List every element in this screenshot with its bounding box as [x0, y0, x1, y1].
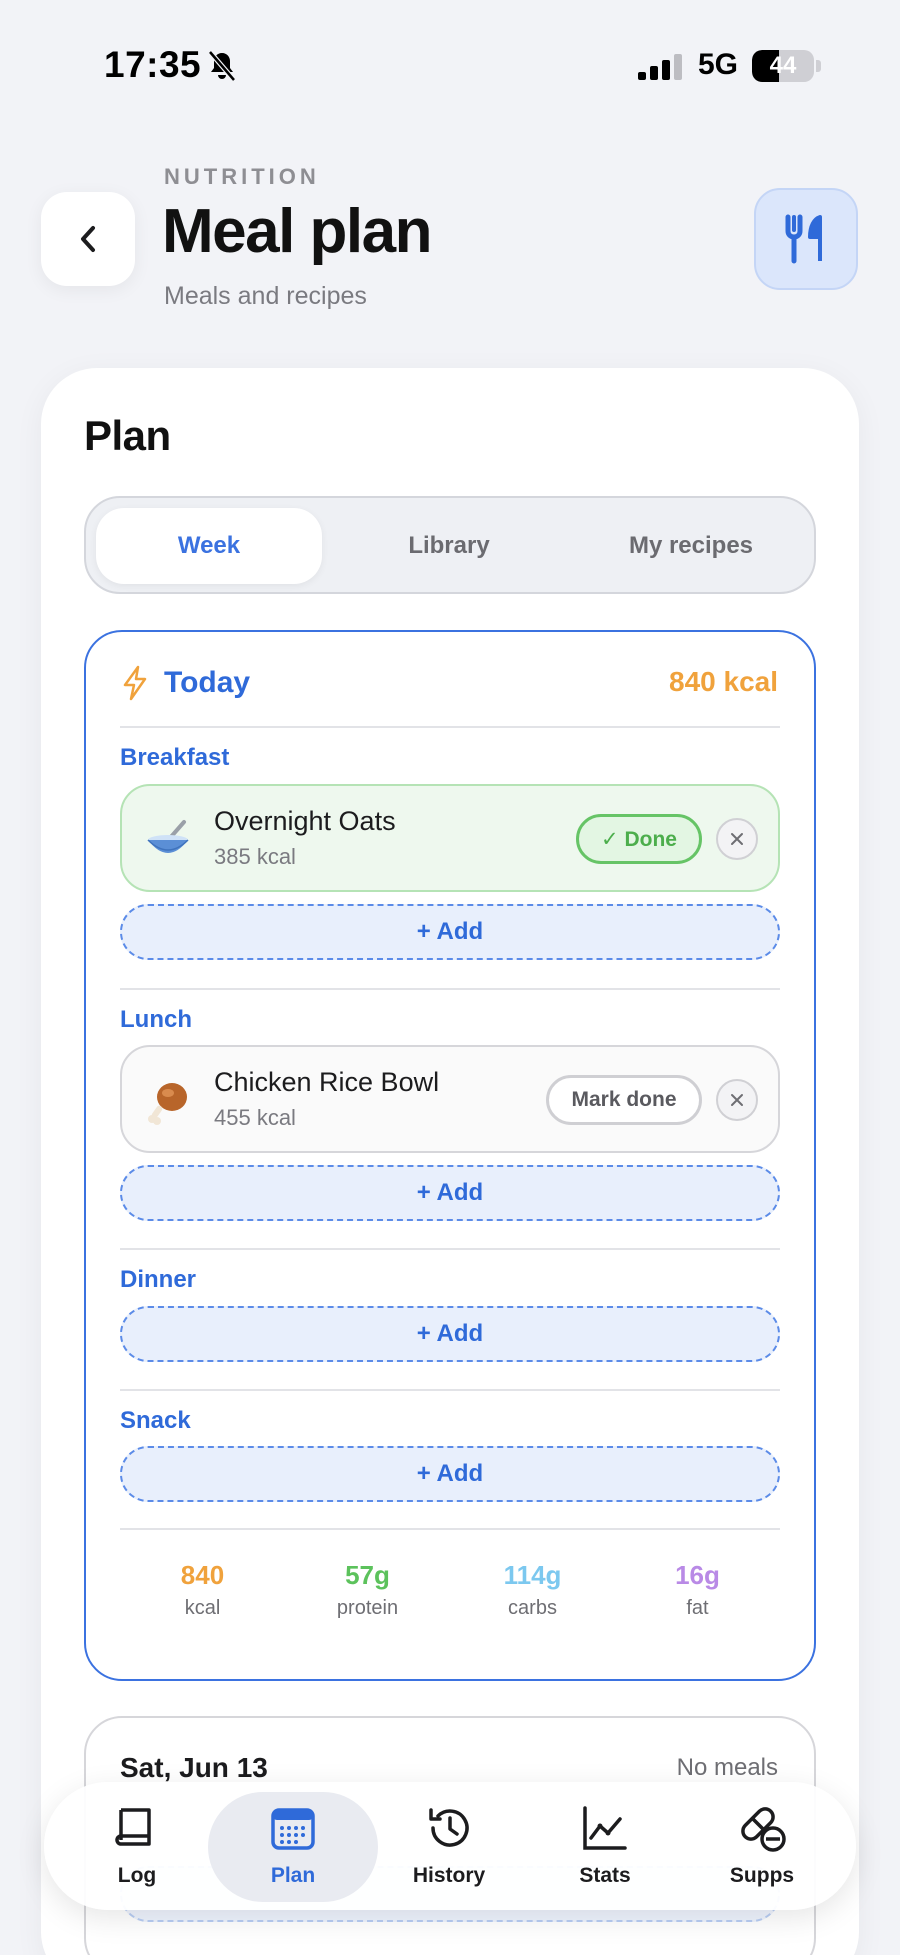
signal-icon	[638, 54, 682, 80]
divider	[120, 726, 780, 728]
meal-item-name: Chicken Rice Bowl	[214, 1067, 440, 1097]
divider	[120, 988, 780, 990]
battery-tip	[816, 60, 821, 72]
mark-done-button[interactable]: Mark done	[546, 1075, 702, 1125]
meal-item-chicken-rice-bowl[interactable]: Chicken Rice Bowl 455 kcal Mark done	[120, 1045, 780, 1153]
total-value: 16g	[675, 1560, 720, 1590]
lightning-icon	[123, 665, 147, 701]
done-button[interactable]: ✓ Done	[576, 814, 702, 864]
meal-item-kcal: 455 kcal	[214, 1105, 296, 1130]
network-label: 5G	[698, 48, 739, 81]
total-fat: 16g fat	[615, 1560, 780, 1630]
today-total-kcal: 840 kcal	[669, 666, 778, 697]
back-button[interactable]	[41, 192, 135, 286]
meal-label-dinner: Dinner	[120, 1266, 197, 1293]
close-icon	[731, 833, 743, 845]
today-label: Today	[164, 666, 251, 699]
nav-history[interactable]: History	[379, 1802, 519, 1902]
add-dinner-button[interactable]: + Add	[120, 1306, 780, 1362]
divider	[120, 1389, 780, 1391]
nav-label: Plan	[270, 1864, 316, 1887]
chevron-left-icon	[81, 226, 95, 252]
total-label: fat	[686, 1597, 709, 1619]
divider	[120, 1248, 780, 1250]
calendar-icon	[271, 1808, 315, 1850]
total-value: 57g	[345, 1560, 390, 1590]
total-label: carbs	[508, 1597, 557, 1619]
meal-item-name: Overnight Oats	[214, 806, 396, 836]
meal-menu-button[interactable]	[754, 188, 858, 290]
tab-week[interactable]: Week	[96, 508, 322, 584]
close-icon	[731, 1094, 743, 1106]
nav-stats[interactable]: Stats	[535, 1802, 675, 1902]
pills-icon	[741, 1807, 786, 1852]
meal-label-lunch: Lunch	[120, 1006, 192, 1033]
battery-icon: 44	[752, 50, 814, 82]
add-snack-button[interactable]: + Add	[120, 1446, 780, 1502]
tab-library[interactable]: Library	[336, 508, 562, 584]
macro-totals: 840 kcal 57g protein 114g carbs 16g fat	[120, 1560, 780, 1630]
page-subtitle: Meals and recipes	[164, 282, 367, 310]
total-value: 114g	[503, 1560, 562, 1590]
history-icon	[429, 1808, 469, 1847]
total-kcal: 840 kcal	[120, 1560, 285, 1630]
status-time: 17:35	[104, 44, 202, 85]
meal-item-kcal: 385 kcal	[214, 844, 296, 869]
tab-my-recipes[interactable]: My recipes	[576, 508, 806, 584]
total-carbs: 114g carbs	[450, 1560, 615, 1630]
nav-label: History	[412, 1864, 486, 1887]
day-title: Sat, Jun 13	[120, 1752, 268, 1783]
nav-label: Log	[117, 1864, 157, 1887]
page-title: Meal plan	[162, 197, 433, 266]
chart-icon	[583, 1806, 627, 1850]
divider	[120, 1528, 780, 1530]
add-lunch-button[interactable]: + Add	[120, 1165, 780, 1221]
remove-button[interactable]	[716, 818, 758, 860]
total-label: kcal	[184, 1597, 221, 1619]
add-breakfast-button[interactable]: + Add	[120, 904, 780, 960]
status-bar: 17:35 5G 44	[0, 40, 900, 92]
fork-knife-icon	[785, 214, 822, 264]
nav-log[interactable]: Log	[67, 1802, 207, 1902]
meal-item-overnight-oats[interactable]: Overnight Oats 385 kcal ✓ Done	[120, 784, 780, 892]
bell-muted-icon	[208, 50, 236, 82]
book-icon	[115, 1808, 151, 1846]
section-eyebrow: NUTRITION	[164, 164, 320, 189]
meal-label-breakfast: Breakfast	[120, 744, 230, 771]
today-header: Today	[120, 660, 250, 706]
nav-label: Stats	[579, 1864, 631, 1887]
meal-label-snack: Snack	[120, 1407, 191, 1434]
day-status: No meals	[676, 1754, 778, 1781]
bowl-icon	[147, 820, 189, 853]
plan-tabs: Week Library My recipes	[84, 496, 816, 594]
plan-title: Plan	[84, 412, 171, 459]
nav-supps[interactable]: Supps	[692, 1802, 832, 1902]
remove-button[interactable]	[716, 1079, 758, 1121]
drumstick-icon	[148, 1083, 187, 1125]
total-protein: 57g protein	[285, 1560, 450, 1630]
nav-label: Supps	[729, 1864, 795, 1887]
total-value: 840	[180, 1560, 225, 1590]
total-label: protein	[336, 1597, 399, 1619]
nav-plan[interactable]: Plan	[223, 1802, 363, 1902]
battery-level: 44	[769, 52, 797, 79]
